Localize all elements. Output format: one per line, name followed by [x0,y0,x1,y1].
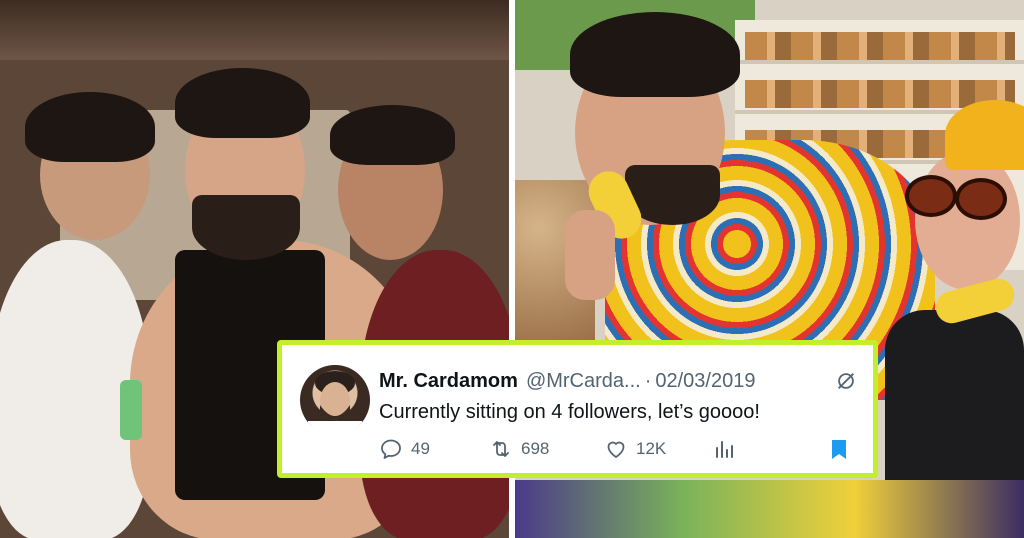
like-count: 12K [636,439,667,458]
man-hair [570,12,740,97]
tweet-text: Currently sitting on 4 followers, let’s … [379,401,760,423]
bookmark-button[interactable] [827,437,851,461]
woman-sunglasses-left [905,175,957,217]
food-truck-roof [0,0,509,60]
retweet-icon [493,441,509,457]
sauce-bottle [120,380,142,440]
views-icon [716,441,733,458]
views-button[interactable] [712,437,736,461]
right-man-hair [330,105,455,165]
center-man-beard [192,195,300,260]
woman-head [915,150,1020,290]
left-man-hair [25,92,155,162]
grok-icon[interactable] [835,370,857,392]
tweet-actions: 49 698 12K [379,437,849,465]
separator-dot: · [644,369,652,392]
user-handle[interactable]: @MrCarda... [526,370,641,393]
retweet-button[interactable]: 698 [489,437,549,461]
tweet-date[interactable]: 02/03/2019 [655,370,755,393]
reply-button[interactable]: 49 [379,437,430,461]
bookmark-icon [832,440,846,459]
display-name[interactable]: Mr. Cardamom [379,370,518,393]
tweet-card[interactable]: Mr. Cardamom @MrCarda... · 02/03/2019 Cu… [277,340,878,478]
tweet-header: Mr. Cardamom @MrCarda... · 02/03/2019 [379,367,857,395]
man-hand [565,210,615,300]
center-man-hair [175,68,310,138]
retweet-count: 698 [521,439,550,458]
woman-sunglasses-right [955,178,1007,220]
heart-icon [607,441,625,458]
like-button[interactable]: 12K [604,437,666,461]
fruit-display [515,480,1024,538]
reply-count: 49 [411,439,430,458]
reply-icon [381,439,401,459]
avatar[interactable] [300,365,370,435]
